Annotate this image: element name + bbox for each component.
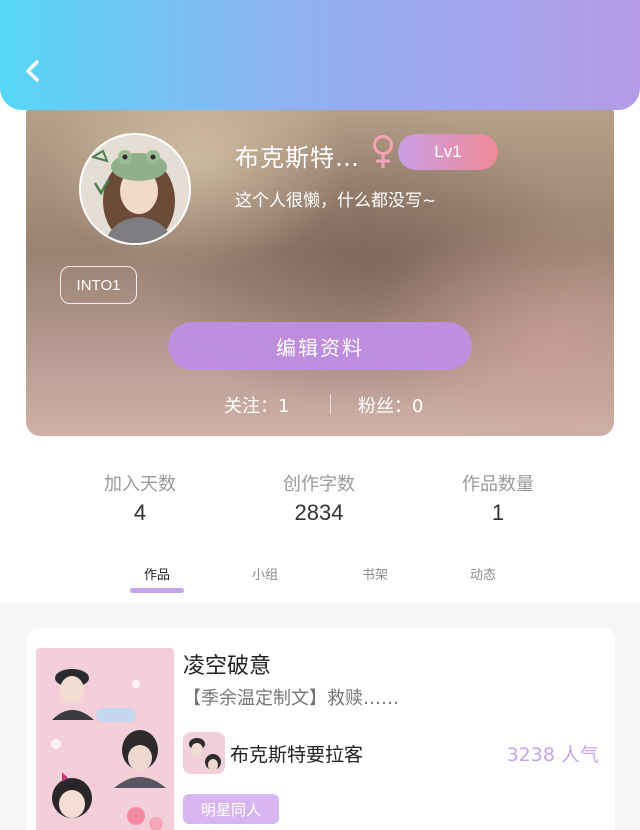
- tab-bookshelf[interactable]: 书架: [362, 564, 388, 583]
- work-card[interactable]: 凌空破意 【季余温定制文】救赎…… 布克斯特要拉客 3238 人气 明星同人: [27, 628, 615, 830]
- back-button[interactable]: [18, 56, 48, 86]
- tab-activity[interactable]: 动态: [470, 564, 496, 583]
- stat-label: 作品数量: [462, 474, 534, 495]
- profile-page: 布克斯特… Lv1 这个人很懒，什么都没写~ INTO1 编辑资料 关注：1 粉…: [0, 0, 640, 830]
- edit-profile-button[interactable]: 编辑资料: [168, 322, 472, 370]
- following-label: 关注：: [224, 396, 278, 417]
- tab-bar: 作品 小组 书架 动态: [0, 558, 640, 602]
- stat-works-count: 作品数量 1: [438, 470, 558, 526]
- work-description: 【季余温定制文】救赎……: [183, 688, 399, 709]
- stat-value: 1: [491, 500, 505, 525]
- fans-stat[interactable]: 粉丝：0: [358, 392, 423, 418]
- female-gender-icon: [373, 135, 393, 168]
- stats-card: 加入天数 4 创作字数 2834 作品数量 1: [52, 436, 588, 558]
- popularity-count: 3238 人气: [506, 744, 599, 766]
- active-tab-indicator: [130, 588, 184, 593]
- fans-value: 0: [412, 396, 424, 417]
- tab-works[interactable]: 作品: [144, 564, 170, 583]
- work-title[interactable]: 凌空破意: [183, 648, 271, 680]
- stat-label: 加入天数: [104, 474, 176, 495]
- nickname: 布克斯特…: [235, 144, 360, 172]
- author-avatar[interactable]: [183, 732, 225, 774]
- tab-groups[interactable]: 小组: [252, 564, 278, 583]
- tag-chip[interactable]: INTO1: [60, 266, 137, 304]
- bio-text: 这个人很懒，什么都没写~: [235, 191, 437, 211]
- work-cover-image[interactable]: [36, 648, 174, 830]
- profile-card: 布克斯特… Lv1 这个人很懒，什么都没写~ INTO1 编辑资料 关注：1 粉…: [26, 100, 614, 436]
- following-value: 1: [278, 396, 290, 417]
- stat-join-days: 加入天数 4: [80, 470, 200, 526]
- stat-label: 创作字数: [283, 474, 355, 495]
- stat-word-count: 创作字数 2834: [259, 470, 379, 526]
- fans-label: 粉丝：: [358, 396, 412, 417]
- chevron-left-icon: [26, 60, 39, 82]
- header-bar: [0, 0, 640, 110]
- level-badge: Lv1: [398, 134, 498, 170]
- following-stat[interactable]: 关注：1: [224, 392, 289, 418]
- author-name[interactable]: 布克斯特要拉客: [230, 740, 363, 767]
- stat-value: 2834: [294, 500, 344, 525]
- genre-tag[interactable]: 明星同人: [183, 794, 279, 824]
- avatar[interactable]: [79, 133, 191, 245]
- follow-stats-row: 关注：1 粉丝：0: [26, 390, 614, 418]
- divider: [330, 394, 331, 414]
- stat-value: 4: [133, 500, 147, 525]
